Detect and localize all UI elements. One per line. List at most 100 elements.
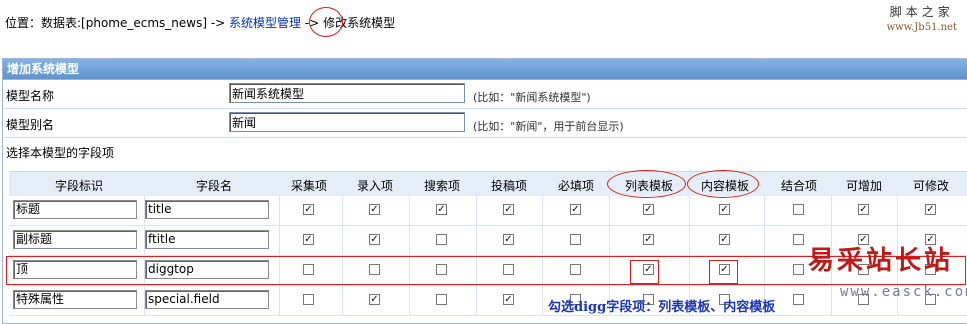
field-option-checkbox[interactable] <box>793 234 804 245</box>
column-divider <box>476 226 477 255</box>
select-fields-label: 选择本模型的字段项 <box>6 146 115 160</box>
breadcrumb-prefix: 位置：数据表:[phome_ecms_news] -> <box>5 16 230 30</box>
model-name-label: 模型名称 <box>6 89 55 103</box>
field-name-input[interactable]: special.field <box>145 290 269 309</box>
column-divider <box>609 256 610 285</box>
column-divider <box>279 286 280 315</box>
field-option-checkbox[interactable]: ✓ <box>436 204 447 215</box>
column-divider <box>409 226 410 255</box>
field-option-checkbox[interactable]: ✓ <box>369 204 380 215</box>
breadcrumb: 位置：数据表:[phome_ecms_news] -> 系统模型管理 -> 修改… <box>5 14 395 31</box>
field-option-checkbox[interactable] <box>570 264 581 275</box>
column-divider <box>542 226 543 255</box>
column-divider <box>542 286 543 315</box>
column-divider <box>689 226 690 255</box>
field-option-checkbox[interactable] <box>303 294 314 305</box>
annotation-note: 勾选digg字段项：列表模板、内容模板 <box>548 300 776 315</box>
field-option-checkbox[interactable]: ✓ <box>369 294 380 305</box>
field-name-input[interactable]: title <box>145 200 269 219</box>
field-option-checkbox[interactable] <box>436 264 447 275</box>
column-divider <box>689 196 690 225</box>
column-divider <box>279 226 280 255</box>
column-divider <box>476 286 477 315</box>
column-divider <box>342 226 343 255</box>
column-divider <box>764 226 765 255</box>
field-option-checkbox[interactable]: ✓ <box>719 204 730 215</box>
field-id-input[interactable]: 顶 <box>13 260 137 279</box>
column-header: 可修改 <box>912 179 949 193</box>
column-divider <box>897 196 898 225</box>
column-divider <box>409 196 410 225</box>
column-divider <box>542 256 543 285</box>
column-header: 列表模板 <box>624 179 673 193</box>
column-header: 字段名 <box>195 179 232 193</box>
column-divider <box>831 286 832 315</box>
column-divider <box>609 226 610 255</box>
field-option-checkbox[interactable] <box>503 264 514 275</box>
table-row: 特殊属性 special.field ✓ ✓ <box>9 286 967 316</box>
column-divider <box>764 196 765 225</box>
field-option-checkbox[interactable] <box>570 234 581 245</box>
breadcrumb-current-edit: 修改 <box>323 16 348 30</box>
field-option-checkbox[interactable]: ✓ <box>719 264 730 275</box>
field-option-checkbox[interactable]: ✓ <box>503 204 514 215</box>
model-name-input[interactable]: 新闻系统模型 <box>229 83 465 103</box>
field-option-checkbox[interactable]: ✓ <box>643 234 654 245</box>
breadcrumb-sep: -> <box>301 16 324 30</box>
breadcrumb-current-model: 系统模型 <box>347 16 396 30</box>
field-option-checkbox[interactable] <box>793 204 804 215</box>
field-option-checkbox[interactable]: ✓ <box>303 204 314 215</box>
field-option-checkbox[interactable]: ✓ <box>719 234 730 245</box>
fields-table-header: 字段标识 字段名 采集项 录入项 搜索项 投稿项 必填项 列表模板 内容模板 结合项 可增加 可修改 <box>9 171 967 197</box>
field-id-input[interactable]: 特殊属性 <box>13 290 137 309</box>
column-divider <box>542 196 543 225</box>
column-divider <box>279 196 280 225</box>
watermark-jb51-url: www.Jb51.net <box>886 22 957 33</box>
field-option-checkbox[interactable]: ✓ <box>858 204 869 215</box>
column-header: 必填项 <box>557 179 594 193</box>
form-row-model-name: 模型名称 新闻系统模型 (比如："新闻系统模型") <box>3 80 967 109</box>
field-option-checkbox[interactable] <box>436 234 447 245</box>
watermark-jb51: 脚本之家 www.Jb51.net <box>887 4 957 36</box>
watermark-jb51-title: 脚本之家 <box>889 5 954 19</box>
field-option-checkbox[interactable]: ✓ <box>503 234 514 245</box>
field-option-checkbox[interactable] <box>369 264 380 275</box>
column-divider <box>689 256 690 285</box>
column-divider <box>476 196 477 225</box>
form-row-model-alias: 模型别名 新闻 (比如："新闻"，用于前台显示) <box>3 109 967 138</box>
column-header: 内容模板 <box>700 179 749 193</box>
column-divider <box>279 256 280 285</box>
field-option-checkbox[interactable]: ✓ <box>369 234 380 245</box>
column-divider <box>342 286 343 315</box>
column-divider <box>342 196 343 225</box>
breadcrumb-link-model-manage[interactable]: 系统模型管理 <box>229 16 301 30</box>
table-row: 标题 title ✓ ✓ ✓ ✓ ✓ ✓ ✓ ✓ ✓ <box>9 196 967 226</box>
field-option-checkbox[interactable]: ✓ <box>925 204 936 215</box>
column-divider <box>409 256 410 285</box>
panel-title: 增加系统模型 <box>3 59 967 80</box>
column-divider <box>476 256 477 285</box>
field-name-input[interactable]: diggtop <box>145 260 269 279</box>
model-name-hint: (比如："新闻系统模型") <box>473 91 591 104</box>
field-option-checkbox[interactable] <box>436 294 447 305</box>
column-header: 字段标识 <box>54 179 103 193</box>
field-option-checkbox[interactable]: ✓ <box>643 264 654 275</box>
field-option-checkbox[interactable]: ✓ <box>503 294 514 305</box>
column-divider <box>831 196 832 225</box>
column-divider <box>609 196 610 225</box>
field-option-checkbox[interactable]: ✓ <box>643 204 654 215</box>
field-option-checkbox[interactable]: ✓ <box>570 204 581 215</box>
column-divider <box>342 256 343 285</box>
field-option-checkbox[interactable] <box>793 264 804 275</box>
model-alias-hint: (比如："新闻"，用于前台显示) <box>473 120 624 133</box>
field-id-input[interactable]: 副标题 <box>13 230 137 249</box>
watermark-easck-logo: 易采站长站 <box>808 246 954 276</box>
column-divider <box>409 286 410 315</box>
field-option-checkbox[interactable] <box>303 264 314 275</box>
watermark-easck-url: www.easck.com <box>840 284 967 300</box>
field-id-input[interactable]: 标题 <box>13 200 137 219</box>
column-divider <box>764 256 765 285</box>
field-name-input[interactable]: ftitle <box>145 230 269 249</box>
model-alias-input[interactable]: 新闻 <box>229 112 465 132</box>
field-option-checkbox[interactable]: ✓ <box>303 234 314 245</box>
